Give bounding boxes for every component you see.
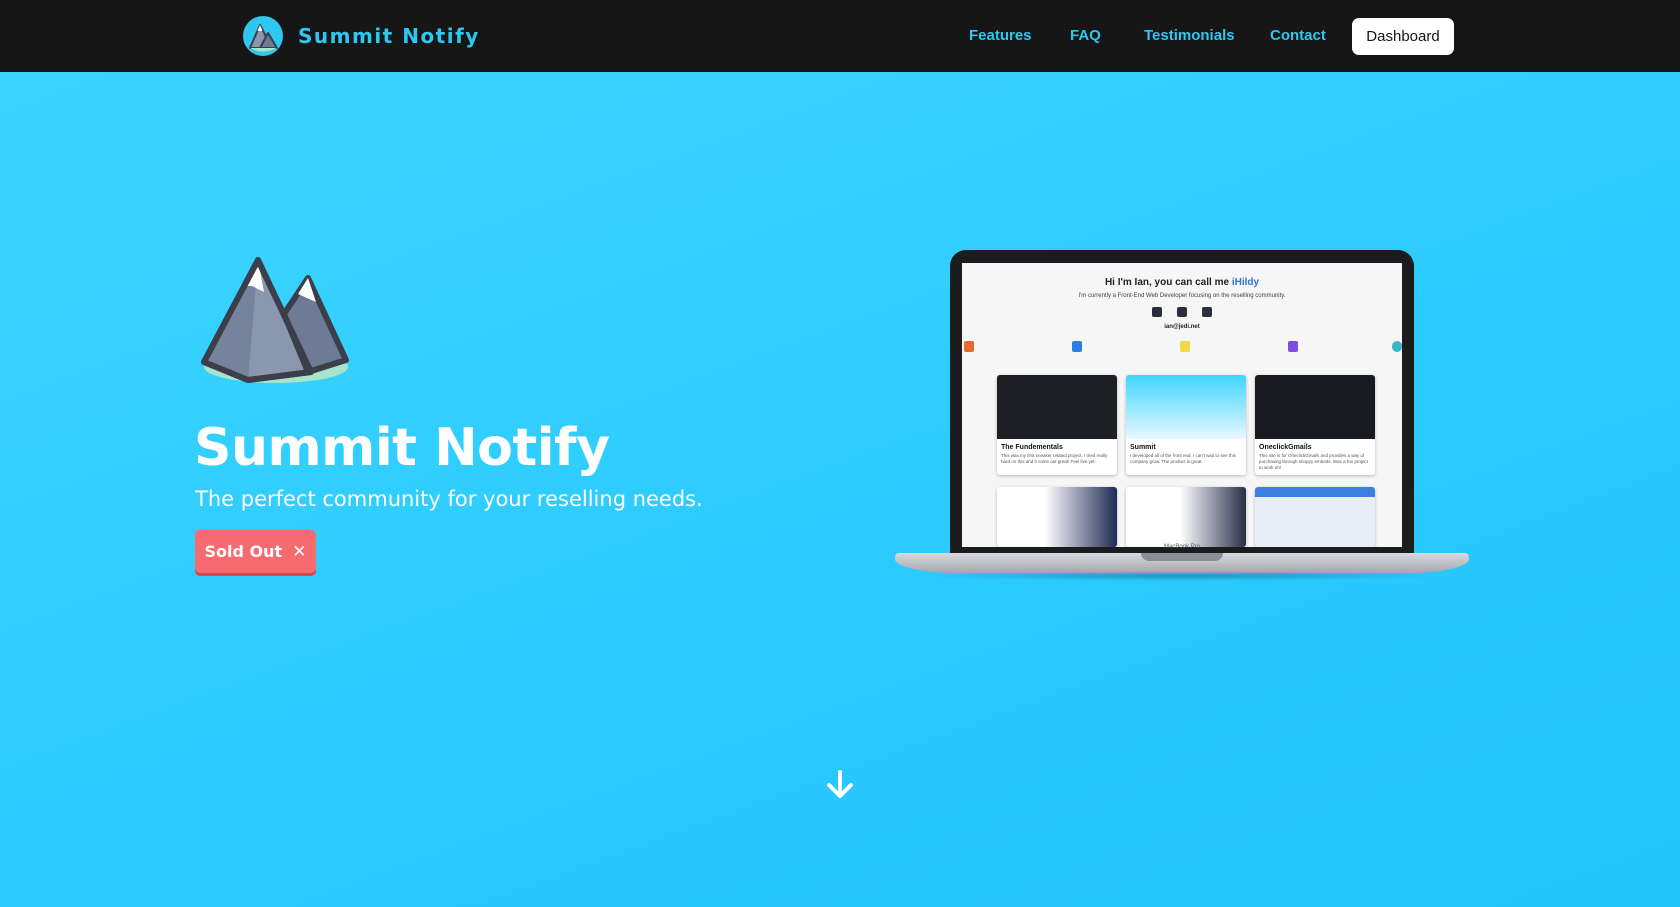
project-card-title: The Fundementals (1001, 444, 1063, 451)
javascript-icon (1180, 341, 1190, 352)
github-icon (1177, 307, 1187, 317)
project-card: The Fundementals This was my first sneak… (997, 375, 1117, 475)
project-card (1255, 487, 1375, 547)
mountain-logo-icon (201, 257, 349, 383)
sold-out-button[interactable]: Sold Out ✕ (195, 530, 316, 573)
project-card-title: OneclickGmails (1259, 444, 1312, 451)
project-card (1126, 487, 1246, 547)
laptop-shadow (915, 571, 1449, 581)
laptop-model-label: MacBook Pro (1163, 544, 1200, 550)
tailwind-icon (1392, 341, 1402, 352)
screen-greeting-name: iHildy (1231, 277, 1260, 288)
summit-logo-icon (243, 16, 283, 56)
nav-link-features[interactable]: Features (969, 27, 1032, 44)
twitter-icon (1152, 307, 1162, 317)
dashboard-button[interactable]: Dashboard (1352, 18, 1454, 55)
brand-name: Summit Notify (298, 24, 480, 48)
project-card-image (1126, 487, 1246, 547)
laptop-lid: Hi I'm Ian, you can call me iHildy I'm c… (950, 250, 1414, 560)
project-card-image (997, 375, 1117, 439)
project-card-image (1126, 375, 1246, 439)
project-card-image (997, 487, 1117, 547)
project-card-image (1255, 375, 1375, 439)
bootstrap-icon (1288, 341, 1298, 352)
close-icon: ✕ (292, 541, 307, 562)
screen-socials (1152, 307, 1212, 319)
laptop-screen: Hi I'm Ian, you can call me iHildy I'm c… (962, 263, 1402, 547)
project-card: OneclickGmails This site is for Oneclick… (1255, 375, 1375, 475)
project-card-text: This site is for OneclickGmails and prov… (1259, 453, 1368, 470)
nav-link-faq[interactable]: FAQ (1070, 27, 1101, 44)
discord-icon (1202, 307, 1212, 317)
project-card-image (1255, 487, 1375, 547)
nav-link-contact[interactable]: Contact (1270, 27, 1326, 44)
project-card (997, 487, 1117, 547)
screen-email: ian@jedi.net (1164, 324, 1200, 330)
brand[interactable]: Summit Notify (242, 15, 480, 57)
hero-title: Summit Notify (194, 418, 610, 478)
project-card-text: I developed all of the front end. I can'… (1130, 453, 1236, 464)
top-nav: Summit Notify Features FAQ Testimonials … (0, 0, 1680, 72)
hero-subtitle: The perfect community for your reselling… (195, 487, 703, 511)
arrow-down-icon[interactable] (826, 770, 854, 800)
sold-out-label: Sold Out (204, 542, 283, 561)
project-card: Summit I developed all of the front end.… (1126, 375, 1246, 475)
laptop-notch (1141, 553, 1223, 561)
screen-greeting-prefix: Hi I'm Ian, you can call me (1104, 277, 1232, 288)
html5-icon (964, 341, 974, 352)
laptop-base: MacBook Pro (895, 544, 1469, 573)
screen-greeting: Hi I'm Ian, you can call me iHildy (962, 277, 1402, 288)
project-card-text: This was my first sneaker related projec… (1001, 453, 1108, 464)
project-card-title: Summit (1130, 444, 1156, 451)
laptop-mockup: Hi I'm Ian, you can call me iHildy I'm c… (895, 250, 1469, 583)
nav-link-testimonials[interactable]: Testimonials (1144, 27, 1235, 44)
screen-description: I'm currently a Front-End Web Developer … (1078, 293, 1286, 299)
css3-icon (1072, 341, 1082, 352)
